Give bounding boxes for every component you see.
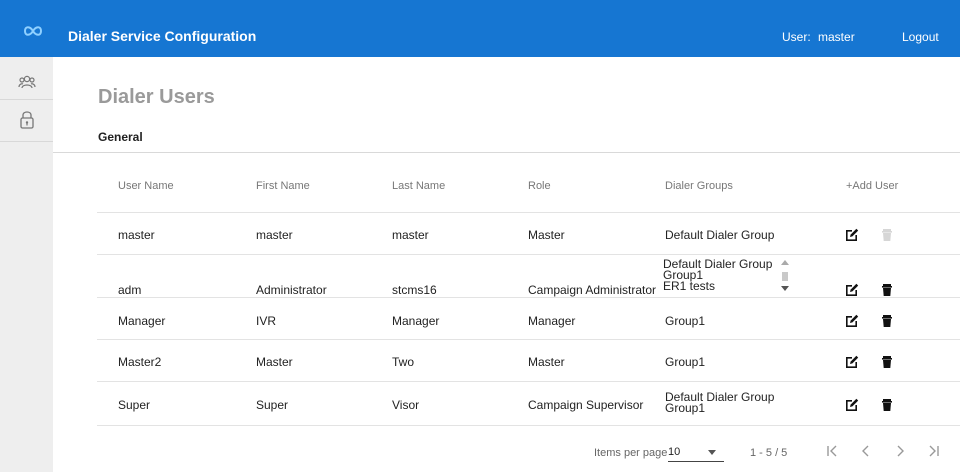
groups-scrollbar[interactable]: [780, 258, 790, 294]
cell-role: Master: [528, 228, 565, 242]
cell-first-name: Super: [256, 398, 289, 412]
dialer-group-item: Group1: [665, 401, 706, 415]
cell-user-name: master: [118, 228, 155, 242]
edit-icon[interactable]: [845, 398, 859, 412]
first-page-icon[interactable]: [822, 441, 842, 461]
scroll-down-icon[interactable]: [780, 284, 790, 293]
delete-icon[interactable]: [880, 398, 894, 412]
cell-role: Campaign Supervisor: [528, 398, 644, 412]
logout-link[interactable]: Logout: [902, 30, 939, 44]
delete-icon[interactable]: [880, 283, 894, 297]
items-per-page-label: Items per page: [594, 447, 668, 459]
column-header-last-name[interactable]: Last Name: [392, 180, 445, 192]
row-divider: [97, 425, 960, 426]
cell-role: Master: [528, 355, 565, 369]
dropdown-arrow-icon: [708, 450, 716, 455]
users-icon[interactable]: [16, 71, 38, 93]
page-title: Dialer Users: [98, 86, 215, 108]
cell-role: Campaign Administrator: [528, 283, 657, 297]
cell-dialer-group: Group1: [665, 314, 706, 328]
app-logo-icon[interactable]: [23, 24, 43, 43]
row-divider: [97, 381, 960, 382]
cell-user-name: Master2: [118, 355, 162, 369]
row-divider: [97, 254, 960, 255]
app-title: Dialer Service Configuration: [68, 28, 257, 44]
top-bar: Dialer Service Configuration User: maste…: [0, 0, 960, 57]
cell-role: Manager: [528, 314, 576, 328]
cell-first-name: IVR: [256, 314, 277, 328]
user-name: master: [818, 30, 855, 44]
sidebar-divider: [0, 141, 53, 142]
edit-icon[interactable]: [845, 355, 859, 369]
delete-icon-disabled: [880, 228, 894, 242]
column-header-role[interactable]: Role: [528, 180, 551, 192]
cell-first-name: master: [256, 228, 293, 242]
dialer-group-item: ER1 tests: [663, 279, 716, 293]
range-label: 1 - 5 / 5: [750, 447, 788, 459]
cell-user-name: Super: [118, 398, 151, 412]
previous-page-icon[interactable]: [856, 441, 876, 461]
sidebar: [0, 57, 53, 472]
cell-dialer-group: Default Dialer Group: [665, 228, 775, 242]
cell-first-name: Master: [256, 355, 293, 369]
cell-user-name: Manager: [118, 314, 166, 328]
delete-icon[interactable]: [880, 355, 894, 369]
row-divider: [97, 297, 960, 298]
column-header-dialer-groups[interactable]: Dialer Groups: [665, 180, 733, 192]
cell-dialer-groups: Default Dialer Group Group1: [665, 391, 774, 415]
edit-icon[interactable]: [845, 228, 859, 242]
cell-last-name: Two: [392, 355, 415, 369]
dialer-groups-list[interactable]: Default Dialer Group Group1 ER1 tests: [663, 259, 799, 295]
section-divider: [53, 152, 960, 153]
row-divider: [97, 339, 960, 340]
next-page-icon[interactable]: [890, 441, 910, 461]
current-user: User: master: [782, 30, 855, 44]
user-label: User:: [782, 30, 811, 44]
cell-dialer-group: Group1: [665, 355, 706, 369]
sidebar-divider: [0, 99, 53, 100]
select-underline: [668, 461, 724, 462]
edit-icon[interactable]: [845, 283, 859, 297]
scroll-up-icon[interactable]: [780, 258, 790, 267]
cell-user-name: adm: [118, 283, 142, 297]
cell-first-name: Administrator: [256, 283, 327, 297]
column-header-first-name[interactable]: First Name: [256, 180, 310, 192]
scrollbar-thumb[interactable]: [782, 272, 788, 281]
delete-icon[interactable]: [880, 314, 894, 328]
add-user-button[interactable]: +Add User: [846, 180, 898, 192]
tab-general[interactable]: General: [98, 130, 143, 144]
cell-last-name: stcms16: [392, 283, 437, 297]
column-header-user-name[interactable]: User Name: [118, 180, 174, 192]
edit-icon[interactable]: [845, 314, 859, 328]
row-divider: [97, 212, 960, 213]
cell-last-name: Visor: [392, 398, 420, 412]
cell-last-name: Manager: [392, 314, 440, 328]
lock-icon[interactable]: [16, 108, 38, 130]
items-per-page-value: 10: [668, 446, 681, 458]
items-per-page-select[interactable]: 10: [668, 442, 724, 462]
cell-last-name: master: [392, 228, 429, 242]
last-page-icon[interactable]: [924, 441, 944, 461]
